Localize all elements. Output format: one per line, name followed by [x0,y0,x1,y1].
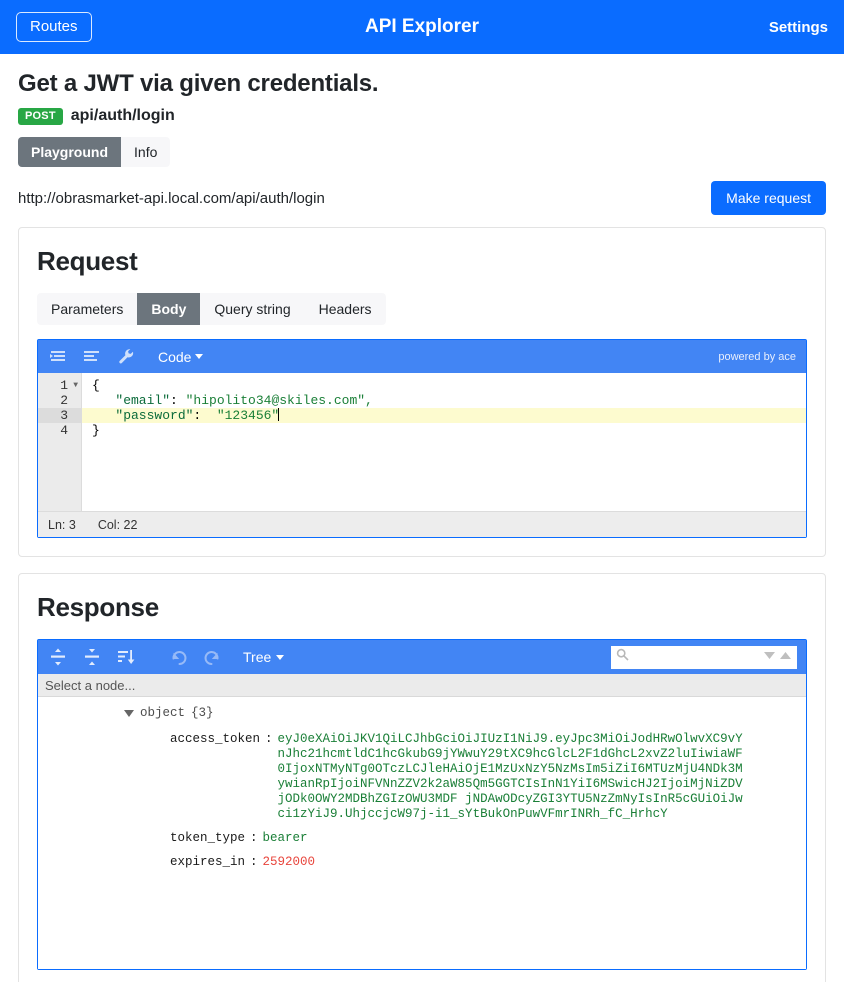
top-navbar: Routes API Explorer Settings [0,0,844,54]
chevron-down-icon [276,654,285,660]
gutter-line: 4 [60,423,68,438]
endpoint-path: api/auth/login [70,107,175,124]
editor-mode-label: Code [158,348,192,365]
gutter-line-active: 3 [38,408,81,423]
json-search-box[interactable] [611,645,797,669]
status-column-number: Col: 22 [97,517,138,532]
request-tabs: Parameters Body Query string Headers [37,293,386,325]
request-url: http://obrasmarket-api.local.com/api/aut… [18,189,325,207]
expand-all-icon[interactable] [47,647,69,667]
json-value: "hipolito34@skiles.com", [185,393,373,408]
tree-row-access-token[interactable]: access_token : eyJ0eXAiOiJKV1QiLCJhbGciO… [38,732,806,822]
code-line: { [92,378,100,393]
field-colon: : [265,732,273,746]
make-request-button[interactable]: Make request [711,181,826,215]
collapse-all-icon[interactable] [81,647,103,667]
ace-toolbar: Code powered by ace [38,340,806,373]
status-line-number: Ln: 3 [48,517,76,532]
tree-row-expires-in[interactable]: expires_in : 2592000 [38,855,806,870]
search-icon [616,648,629,666]
code-line: } [92,423,100,438]
field-value: 2592000 [262,855,316,869]
tab-query-string[interactable]: Query string [200,293,304,325]
search-next-icon[interactable] [763,648,776,666]
gutter-line: 2 [60,393,68,408]
redo-icon[interactable] [201,647,223,667]
http-method-badge: POST [18,107,63,125]
ace-gutter: 1 ▼ 2 3 4 [38,373,82,511]
field-name: access_token [170,732,261,746]
field-value: eyJ0eXAiOiJKV1QiLCJhbGciOiJIUzI1NiJ9.eyJ… [277,732,743,821]
sort-icon[interactable] [115,647,137,667]
viewer-mode-dropdown[interactable]: Tree [243,649,285,665]
tree-row-token-type[interactable]: token_type : bearer [38,831,806,846]
tab-playground[interactable]: Playground [18,137,122,167]
powered-by-label: powered by ace [718,350,796,363]
search-input[interactable] [633,649,759,665]
page-title: Get a JWT via given credentials. [18,70,379,97]
undo-icon[interactable] [167,647,189,667]
tab-headers[interactable]: Headers [305,293,386,325]
ace-status-bar: Ln: 3 Col: 22 [38,511,806,537]
triangle-down-icon[interactable] [124,709,134,717]
field-colon: : [250,855,258,869]
page-header: Get a JWT via given credentials. POST ap… [0,54,844,167]
chevron-down-icon [195,354,204,359]
viewer-mode-label: Tree [243,649,272,665]
endpoint-row: POST api/auth/login [18,107,826,125]
tab-body[interactable]: Body [137,293,201,325]
request-card: Request Parameters Body Query string Hea… [18,227,826,557]
field-value: bearer [262,831,308,845]
indent-lines-icon[interactable] [48,348,68,366]
field-colon: : [250,831,258,845]
json-viewer: Tree Select a node... object {3} access_… [37,639,807,970]
field-value-wrapper[interactable]: eyJ0eXAiOiJKV1QiLCJhbGciOiJIUzI1NiJ9.eyJ… [278,732,748,822]
tree-root-node[interactable]: object {3} [38,703,806,723]
align-lines-icon[interactable] [82,348,102,366]
response-title: Response [37,592,159,622]
json-value: "123456" [216,408,280,423]
field-name: expires_in [170,855,246,869]
root-child-count: {3} [191,705,214,720]
json-tree-body[interactable]: object {3} access_token : eyJ0eXAiOiJKV1… [38,697,806,969]
app-title: API Explorer [364,16,480,37]
ace-editor-body[interactable]: 1 ▼ 2 3 4 { "email": "hipolito34@skiles.… [38,373,806,511]
field-name: token_type [170,831,246,845]
gutter-line: 1 ▼ [60,378,78,393]
select-node-text: Select a node... [45,677,136,693]
select-node-bar: Select a node... [38,674,806,697]
json-key: "email" [115,393,171,408]
tab-info[interactable]: Info [121,137,170,167]
settings-link[interactable]: Settings [769,19,828,36]
json-key: "password" [115,408,194,423]
fold-arrow-icon[interactable]: ▼ [73,378,78,393]
routes-button[interactable]: Routes [16,11,92,43]
ace-code-area[interactable]: { "email": "hipolito34@skiles.com", "pas… [82,373,806,511]
response-card: Response Tree Select a node... object {3… [18,573,826,982]
code-line-active: "password": "123456" [82,408,806,423]
json-viewer-toolbar: Tree [38,640,806,674]
wrench-icon[interactable] [116,348,136,366]
url-row: http://obrasmarket-api.local.com/api/aut… [0,167,844,227]
search-nav-buttons[interactable] [763,648,792,666]
code-line: "email": "hipolito34@skiles.com", [115,393,373,408]
text-cursor [278,408,280,421]
editor-mode-dropdown[interactable]: Code [158,348,204,365]
search-prev-icon[interactable] [779,648,792,666]
root-type-label: object [140,705,186,720]
tab-parameters[interactable]: Parameters [37,293,137,325]
playground-info-tabs: Playground Info [18,137,171,167]
ace-editor: Code powered by ace 1 ▼ 2 3 4 {"email":… [37,339,807,538]
request-title: Request [37,246,138,276]
